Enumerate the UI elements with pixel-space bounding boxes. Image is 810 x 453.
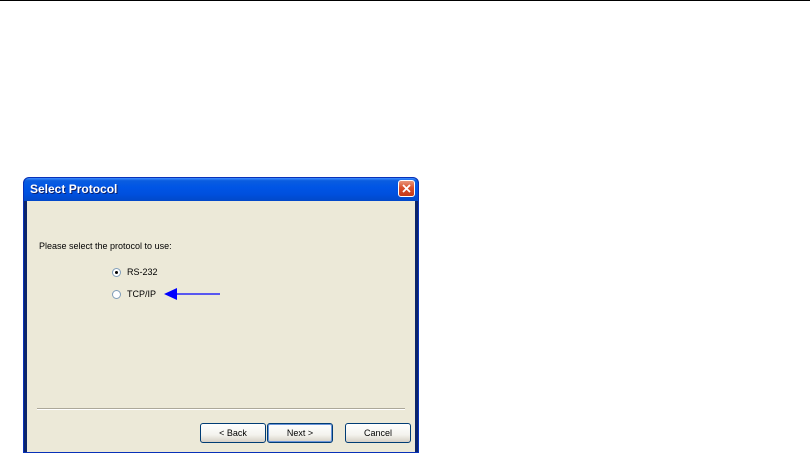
top-rule xyxy=(0,0,810,1)
next-button[interactable]: Next > xyxy=(267,423,333,443)
radio-button-tcpip[interactable] xyxy=(112,289,121,299)
close-button[interactable] xyxy=(398,180,415,197)
cancel-button[interactable]: Cancel xyxy=(345,423,411,443)
page: Select Protocol Please select the protoc… xyxy=(0,0,810,453)
radio-label-tcpip[interactable]: TCP/IP xyxy=(127,289,156,299)
radio-label-rs232[interactable]: RS-232 xyxy=(127,267,158,277)
radio-option-tcpip[interactable]: TCP/IP xyxy=(112,287,156,301)
close-icon xyxy=(402,184,411,193)
arrow-left-icon xyxy=(164,288,220,300)
button-divider xyxy=(37,408,405,410)
radio-option-rs232[interactable]: RS-232 xyxy=(112,265,158,279)
dialog-body: Please select the protocol to use: RS-23… xyxy=(27,201,415,452)
title-bar[interactable]: Select Protocol xyxy=(24,178,418,201)
protocol-prompt: Please select the protocol to use: xyxy=(39,241,172,251)
back-button[interactable]: < Back xyxy=(200,423,266,443)
select-protocol-dialog: Select Protocol Please select the protoc… xyxy=(23,177,419,453)
radio-button-rs232[interactable] xyxy=(112,267,121,277)
dialog-title: Select Protocol xyxy=(30,182,118,196)
